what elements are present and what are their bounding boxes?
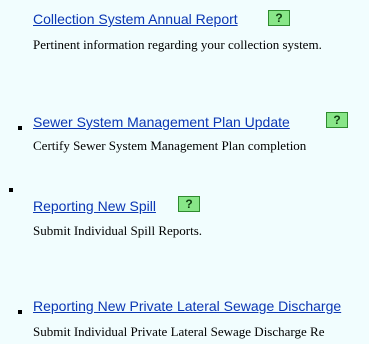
list-item-reporting-new-spill: Reporting New Spill ? Submit Individual … xyxy=(0,180,369,240)
reporting-new-spill-description: Submit Individual Spill Reports. xyxy=(33,223,203,238)
private-lateral-sewage-discharge-description: Submit Individual Private Lateral Sewage… xyxy=(33,324,325,339)
reporting-new-spill-link[interactable]: Reporting New Spill xyxy=(33,198,156,214)
bullet xyxy=(18,310,22,314)
bullet xyxy=(18,126,22,130)
list-item-ssmp-update: Sewer System Management Plan Update ? Ce… xyxy=(0,100,369,160)
reporting-new-spill-help-button[interactable]: ? xyxy=(178,196,200,212)
private-lateral-sewage-discharge-link[interactable]: Reporting New Private Lateral Sewage Dis… xyxy=(33,298,341,314)
collection-system-annual-report-link[interactable]: Collection System Annual Report xyxy=(33,11,238,27)
list-item-collection-system-annual-report: Collection System Annual Report ? Pertin… xyxy=(0,0,369,60)
ssmp-update-description: Certify Sewer System Management Plan com… xyxy=(33,138,307,153)
list-item-private-lateral-sewage-discharge: Reporting New Private Lateral Sewage Dis… xyxy=(0,290,369,344)
collection-system-annual-report-description: Pertinent information regarding your col… xyxy=(33,37,322,52)
ssmp-update-help-button[interactable]: ? xyxy=(326,112,348,128)
ssmp-update-link[interactable]: Sewer System Management Plan Update xyxy=(33,114,290,130)
bullet xyxy=(9,188,13,192)
collection-system-annual-report-help-button[interactable]: ? xyxy=(268,10,290,26)
